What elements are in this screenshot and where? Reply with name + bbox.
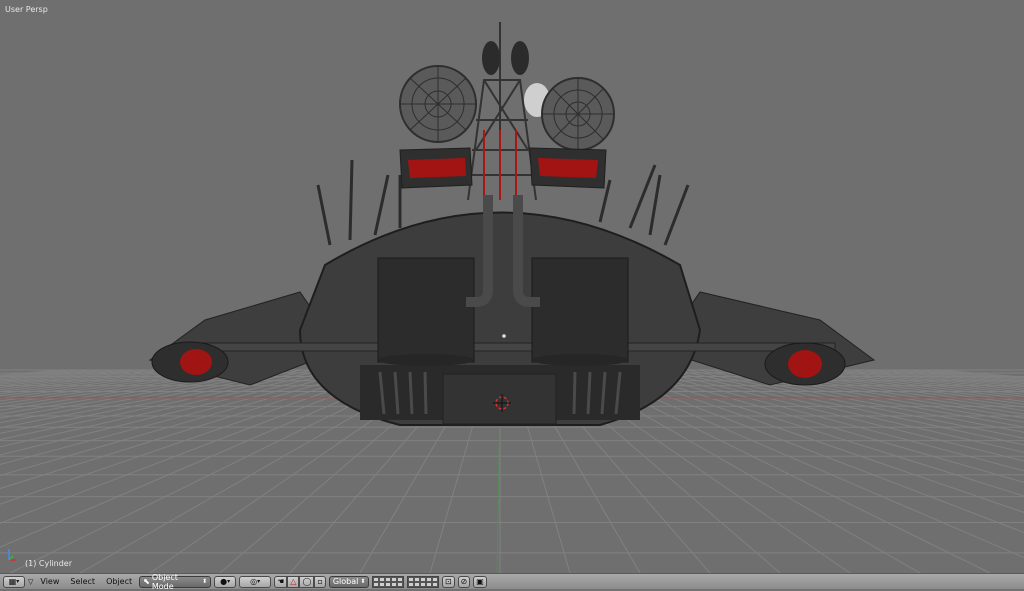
translate-button[interactable]: △ bbox=[287, 575, 300, 588]
3d-viewport[interactable]: User Persp (1) Cylinder bbox=[0, 0, 1024, 573]
mode-select[interactable]: ⬉ Object Mode ⬍ bbox=[139, 572, 212, 591]
engine-right bbox=[764, 342, 846, 386]
layer-buttons-left[interactable] bbox=[371, 575, 404, 588]
pivot-icon: ◎ bbox=[250, 577, 258, 586]
spaceship-model bbox=[148, 22, 876, 426]
shading-button[interactable]: ● ▾ bbox=[214, 575, 237, 588]
grid-line bbox=[0, 369, 259, 411]
grid-line bbox=[939, 369, 1024, 378]
lock-icon: ⊡ bbox=[444, 577, 452, 586]
radar-dish-right bbox=[541, 77, 615, 151]
opengl-render-button[interactable]: ▣ bbox=[473, 575, 487, 588]
grid-line bbox=[675, 369, 1024, 446]
grid-line bbox=[0, 369, 347, 456]
grid-line bbox=[752, 369, 1024, 412]
hand-icon: ☚ bbox=[277, 577, 285, 586]
grid-line bbox=[0, 369, 314, 434]
orientation-select-label: Global bbox=[332, 577, 359, 586]
pivot-button[interactable]: ◎ ▾ bbox=[239, 575, 272, 588]
circle-icon: ◯ bbox=[302, 577, 312, 586]
axis-widget-icon bbox=[8, 549, 16, 561]
mode-select-label: Object Mode bbox=[151, 572, 178, 591]
scene-canvas[interactable] bbox=[0, 0, 1024, 573]
grid-icon: ▦ bbox=[8, 577, 17, 586]
editor-type-button[interactable]: ▦ ▾ bbox=[3, 575, 25, 588]
rotate-button[interactable]: ◯ bbox=[299, 575, 315, 588]
grid-line bbox=[0, 369, 116, 382]
orientation-select[interactable]: Global ⬍ bbox=[328, 575, 369, 588]
grid-line bbox=[642, 369, 1024, 472]
camera-icon: ⊘ bbox=[460, 577, 468, 586]
active-object-label: (1) Cylinder bbox=[25, 559, 72, 568]
object-origin bbox=[502, 334, 506, 338]
grid-line bbox=[906, 369, 1024, 382]
grid-line bbox=[0, 369, 336, 448]
grid-line bbox=[620, 369, 1024, 497]
grid-line bbox=[0, 369, 226, 402]
square-icon: ▫ bbox=[317, 577, 323, 586]
manipulator-group: ☚ △ ◯ ▫ bbox=[274, 575, 326, 588]
menu-view[interactable]: View bbox=[36, 577, 63, 586]
chevron-updown-icon: ⬍ bbox=[202, 578, 208, 585]
grid-line bbox=[0, 369, 61, 376]
engine-left bbox=[151, 341, 229, 383]
view-name-label: User Persp bbox=[5, 5, 48, 14]
object-mode-icon: ⬉ bbox=[143, 577, 150, 586]
render-button[interactable]: ⊘ bbox=[457, 575, 471, 588]
menu-select[interactable]: Select bbox=[66, 577, 99, 586]
menu-object[interactable]: Object bbox=[102, 577, 136, 586]
collapse-menu-icon[interactable]: ▽ bbox=[28, 578, 33, 586]
sphere-icon: ● bbox=[220, 577, 228, 586]
layer-buttons-right[interactable] bbox=[406, 575, 439, 588]
screen-icon: ▣ bbox=[476, 577, 484, 586]
manipulator-toggle[interactable]: ☚ bbox=[274, 575, 288, 588]
radar-dish-left bbox=[399, 65, 477, 143]
viewport-header: ▦ ▾ ▽ View Select Object ⬉ Object Mode ⬍ … bbox=[0, 572, 1024, 591]
scale-button[interactable]: ▫ bbox=[314, 575, 326, 588]
grid-line bbox=[0, 369, 182, 392]
chevron-updown-icon: ⬍ bbox=[360, 578, 366, 585]
grid-line bbox=[631, 369, 1024, 483]
lock-layers-button[interactable]: ⊡ bbox=[441, 575, 455, 588]
triangle-icon: △ bbox=[290, 577, 297, 586]
